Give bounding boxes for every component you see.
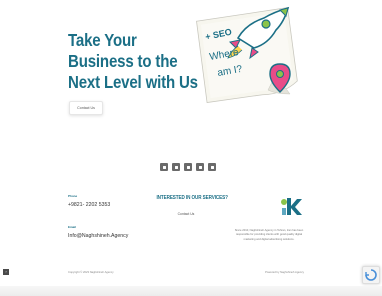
hero-title-line-2: Business to the bbox=[68, 51, 178, 71]
instagram-icon[interactable] bbox=[160, 163, 168, 171]
phone-label: Phone bbox=[68, 194, 78, 198]
services-contact-link[interactable]: Contact Us bbox=[166, 212, 206, 216]
recaptcha-badge[interactable] bbox=[362, 266, 380, 284]
telegram-icon[interactable] bbox=[184, 163, 192, 171]
bottom-strip bbox=[0, 286, 382, 296]
phone-number[interactable]: +9821- 2202 5353 bbox=[68, 202, 110, 208]
linkedin-icon[interactable] bbox=[172, 163, 180, 171]
youtube-icon[interactable] bbox=[208, 163, 216, 171]
hero-title-line-1: Take Your bbox=[68, 30, 137, 50]
recaptcha-icon bbox=[365, 269, 377, 281]
sticky-note-illustration: + SEO Where am I? bbox=[196, 6, 298, 104]
contact-us-button[interactable]: Contact Us bbox=[69, 101, 103, 115]
social-icons bbox=[160, 163, 216, 171]
powered-by-text: Powered by Naghshineh Agency bbox=[265, 271, 304, 274]
email-label: Email bbox=[68, 225, 77, 229]
hero-title-line-3: Next Level with Us bbox=[68, 72, 198, 92]
email-address[interactable]: Info@Naghshineh.Agency bbox=[68, 233, 128, 239]
whatsapp-icon[interactable] bbox=[196, 163, 204, 171]
company-logo bbox=[281, 198, 302, 215]
services-heading: INTERESTED IN OUR SERVICES? bbox=[156, 195, 228, 201]
hero-section: Take Your Business to the Next Level wit… bbox=[0, 0, 382, 150]
scroll-badge-icon[interactable]: › bbox=[3, 269, 9, 275]
copyright-text: Copyright © 2023 Naghshineh Agency bbox=[68, 271, 114, 274]
about-text: Since 2010, Naghshineh Agency in Tehran,… bbox=[234, 229, 304, 241]
hero-title: Take Your Business to the Next Level wit… bbox=[68, 30, 198, 93]
